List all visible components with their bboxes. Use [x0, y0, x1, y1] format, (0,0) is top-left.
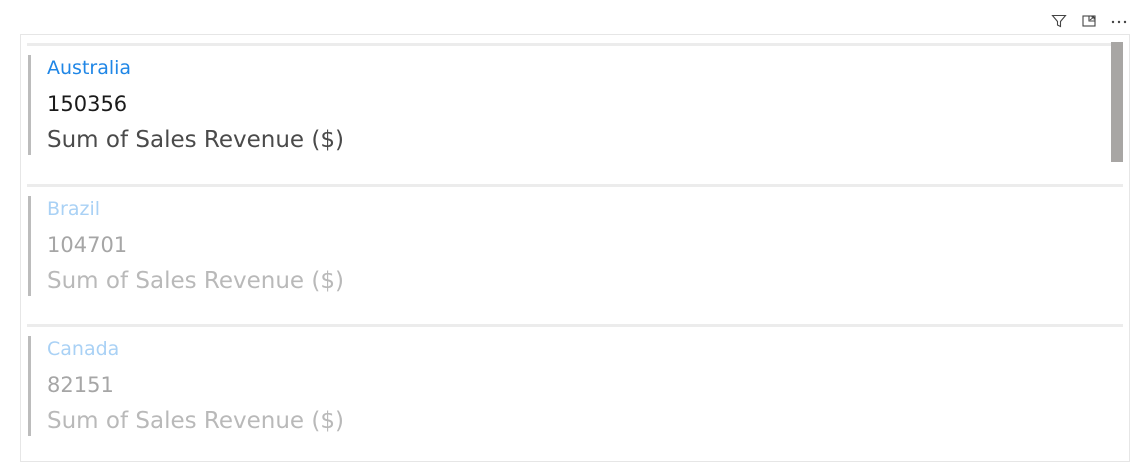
card-title: Brazil — [47, 198, 101, 220]
more-options-icon[interactable] — [1110, 12, 1128, 30]
card-accent-bar — [28, 55, 31, 155]
card-accent-bar — [28, 336, 31, 436]
card-value: 82151 — [47, 373, 114, 397]
card-value: 104701 — [47, 233, 128, 257]
card-divider — [27, 184, 1123, 187]
card-accent-bar — [28, 196, 31, 296]
visual-header-icons — [1050, 12, 1128, 30]
card-divider — [27, 43, 1123, 46]
filter-icon[interactable] — [1050, 12, 1068, 30]
card-label: Sum of Sales Revenue ($) — [47, 127, 344, 153]
card-divider — [27, 324, 1123, 327]
card-label: Sum of Sales Revenue ($) — [47, 268, 344, 294]
card-brazil[interactable]: Brazil 104701 Sum of Sales Revenue ($) — [21, 178, 1123, 319]
focus-mode-icon[interactable] — [1080, 12, 1098, 30]
multi-row-card-visual[interactable]: Australia 150356 Sum of Sales Revenue ($… — [20, 34, 1130, 462]
vertical-scrollbar-thumb[interactable] — [1111, 42, 1123, 162]
card-australia[interactable]: Australia 150356 Sum of Sales Revenue ($… — [21, 37, 1123, 178]
card-value: 150356 — [47, 92, 128, 116]
card-title: Australia — [47, 57, 132, 79]
card-title: Canada — [47, 338, 120, 360]
card-label: Sum of Sales Revenue ($) — [47, 408, 344, 434]
card-canada[interactable]: Canada 82151 Sum of Sales Revenue ($) — [21, 318, 1123, 459]
